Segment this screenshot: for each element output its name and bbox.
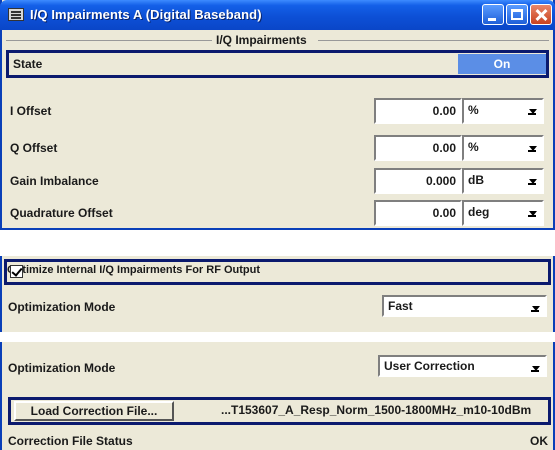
correction-file-name: ...T153607_A_Resp_Norm_1500-1800MHz_m10-… (221, 403, 532, 417)
i-offset-unit-value: % (468, 103, 479, 117)
title-bar[interactable]: I/Q Impairments A (Digital Baseband) (0, 0, 555, 30)
close-icon[interactable] (530, 4, 552, 25)
q-offset-input[interactable]: 0.00 (374, 135, 462, 161)
dropdown-arrow-icon[interactable] (525, 138, 541, 158)
state-on-button[interactable]: On (458, 54, 546, 74)
correction-mode-select[interactable]: User Correction (378, 355, 547, 377)
q-offset-row: Q Offset 0.00 % (2, 133, 553, 163)
quadrature-offset-row: Quadrature Offset 0.00 deg (2, 198, 553, 228)
load-correction-file-button[interactable]: Load Correction File... (14, 401, 174, 421)
dropdown-arrow-icon[interactable] (528, 358, 544, 378)
correction-file-status-value: OK (530, 434, 548, 448)
quadrature-offset-label: Quadrature Offset (10, 206, 113, 220)
gain-imbalance-label: Gain Imbalance (10, 174, 99, 188)
i-offset-label: I Offset (10, 104, 52, 118)
gain-imbalance-unit-value: dB (468, 173, 484, 187)
optimize-panel: Optimize Internal I/Q Impairments For RF… (0, 256, 555, 332)
dropdown-arrow-icon[interactable] (525, 203, 541, 223)
dropdown-arrow-icon[interactable] (525, 171, 541, 191)
window-title: I/Q Impairments A (Digital Baseband) (30, 7, 262, 22)
load-correction-row: Load Correction File... ...T153607_A_Res… (8, 397, 551, 425)
q-offset-unit-select[interactable]: % (462, 135, 544, 161)
group-title: I/Q Impairments (216, 33, 307, 47)
correction-mode-value: User Correction (384, 359, 475, 373)
state-label: State (13, 57, 43, 71)
correction-file-status-label: Correction File Status (8, 434, 133, 448)
q-offset-label: Q Offset (10, 141, 58, 155)
i-offset-input[interactable]: 0.00 (374, 98, 462, 124)
group-divider-right (318, 40, 549, 41)
iq-impairments-window: I/Q Impairments A (Digital Baseband) I/Q… (0, 0, 555, 230)
optimize-checkbox-row[interactable]: Optimize Internal I/Q Impairments For RF… (4, 259, 551, 285)
optimize-checkbox[interactable] (10, 265, 23, 278)
dropdown-arrow-icon[interactable] (528, 298, 544, 318)
state-row: State On (6, 50, 549, 78)
correction-panel: Optimization Mode User Correction Load C… (0, 342, 555, 450)
gain-imbalance-unit-select[interactable]: dB (462, 168, 544, 194)
group-divider-left (6, 40, 212, 41)
q-offset-unit-value: % (468, 140, 479, 154)
optimization-mode-select[interactable]: Fast (382, 295, 547, 317)
gain-imbalance-input[interactable]: 0.000 (374, 168, 462, 194)
optimization-mode-label: Optimization Mode (8, 300, 116, 314)
i-offset-row: I Offset 0.00 % (2, 96, 553, 126)
minimize-icon[interactable] (482, 4, 504, 25)
app-icon (8, 8, 24, 21)
optimization-mode-value: Fast (388, 299, 413, 313)
group-header: I/Q Impairments (2, 33, 553, 47)
quadrature-offset-unit-value: deg (468, 205, 490, 219)
correction-mode-label: Optimization Mode (8, 361, 116, 375)
quadrature-offset-unit-select[interactable]: deg (462, 200, 544, 226)
quadrature-offset-input[interactable]: 0.00 (374, 200, 462, 226)
maximize-icon[interactable] (506, 4, 528, 25)
i-offset-unit-select[interactable]: % (462, 98, 544, 124)
gain-imbalance-row: Gain Imbalance 0.000 dB (2, 166, 553, 196)
dropdown-arrow-icon[interactable] (525, 101, 541, 121)
optimize-checkbox-label: Optimize Internal I/Q Impairments For RF… (7, 264, 261, 276)
